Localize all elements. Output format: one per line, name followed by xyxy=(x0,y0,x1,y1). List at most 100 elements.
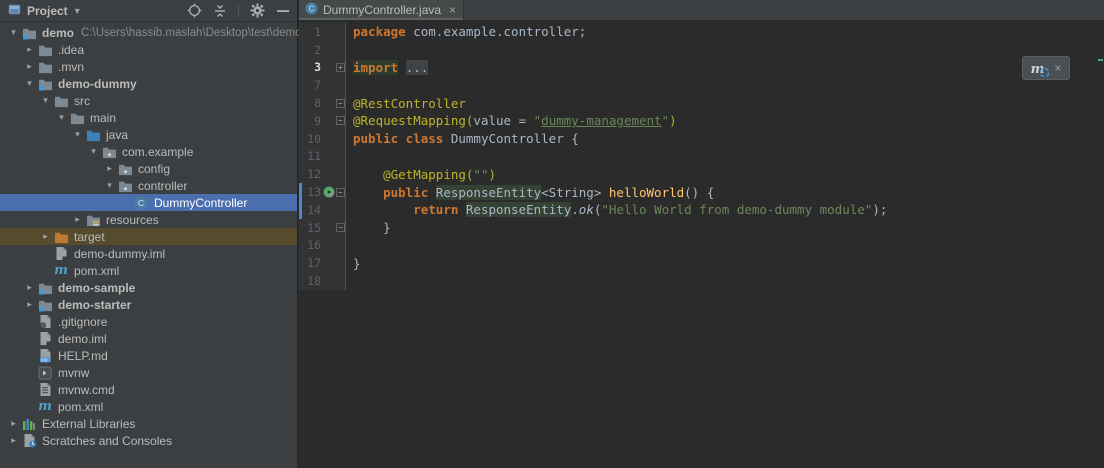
chevron-expanded-icon[interactable]: ▾ xyxy=(102,180,117,191)
code-line-15[interactable]: 15 − } xyxy=(299,218,1104,237)
chevron-collapsed-icon[interactable]: ▸ xyxy=(102,163,117,174)
tree-item--idea[interactable]: ▸ .idea xyxy=(0,41,297,58)
tree-item-demo-starter[interactable]: ▸ demo-starter xyxy=(0,296,297,313)
tree-item-src[interactable]: ▾ src xyxy=(0,92,297,109)
tree-item-demo-sample[interactable]: ▸ demo-sample xyxy=(0,279,297,296)
chevron-collapsed-icon[interactable]: ▸ xyxy=(22,44,37,55)
code-line-16[interactable]: 16 xyxy=(299,236,1104,255)
panel-title[interactable]: Project xyxy=(27,4,68,18)
fold-marker-minus[interactable]: − xyxy=(336,116,345,126)
popup-close-icon[interactable]: × xyxy=(1054,61,1061,75)
gutter[interactable]: 14 xyxy=(299,200,346,219)
chevron-expanded-icon[interactable]: ▾ xyxy=(6,27,21,38)
tree-item-config[interactable]: ▸ config xyxy=(0,160,297,177)
gutter[interactable]: 2 xyxy=(299,40,346,59)
gutter-icon-spacer xyxy=(323,150,336,162)
chevron-collapsed-icon[interactable]: ▸ xyxy=(22,61,37,72)
tree-item-pom-xml[interactable]: m pom.xml xyxy=(0,262,297,279)
tree-item-scratches-and-consoles[interactable]: ▸ Scratches and Consoles xyxy=(0,432,297,449)
tree-item--mvn[interactable]: ▸ .mvn xyxy=(0,58,297,75)
collapse-all-icon[interactable] xyxy=(212,3,228,19)
chevron-collapsed-icon[interactable]: ▸ xyxy=(6,418,21,429)
code-line-17[interactable]: 17} xyxy=(299,254,1104,273)
gutter[interactable]: 10 xyxy=(299,129,346,148)
chevron-collapsed-icon[interactable]: ▸ xyxy=(22,282,37,293)
tree-item-pom-xml[interactable]: m pom.xml xyxy=(0,398,297,415)
gutter[interactable]: 13 − xyxy=(299,183,346,201)
chevron-collapsed-icon[interactable]: ▸ xyxy=(38,231,53,242)
error-stripe-mark[interactable] xyxy=(1098,59,1103,61)
hide-panel-icon[interactable] xyxy=(275,3,291,19)
code-line-2[interactable]: 2 xyxy=(299,40,1104,59)
code-line-8[interactable]: 8− @RestController xyxy=(299,94,1104,112)
tree-item-mvnw[interactable]: mvnw xyxy=(0,364,297,381)
code-area[interactable]: 1 package com.example.controller; 2 3 + impor… xyxy=(299,21,1104,468)
code-text: @GetMapping("") xyxy=(346,167,496,182)
tree-item-target[interactable]: ▸ target xyxy=(0,228,297,245)
tab-close-icon[interactable]: × xyxy=(449,3,456,17)
code-line-3[interactable]: 3 + import ... xyxy=(299,58,1104,77)
code-line-18[interactable]: 18 xyxy=(299,272,1104,290)
chevron-collapsed-icon[interactable]: ▸ xyxy=(22,299,37,310)
tree-item-label: mvnw.cmd xyxy=(58,382,115,397)
code-line-9[interactable]: 9− @RequestMapping(value = "dummy-managem… xyxy=(299,111,1104,130)
fold-marker-end[interactable]: − xyxy=(336,223,345,233)
gutter[interactable]: 17 xyxy=(299,254,346,273)
vcs-change-marker[interactable] xyxy=(299,183,302,201)
tree-item-external-libraries[interactable]: ▸ External Libraries xyxy=(0,415,297,432)
code-line-1[interactable]: 1 package com.example.controller; xyxy=(299,23,1104,41)
chevron-expanded-icon[interactable]: ▾ xyxy=(86,146,101,157)
tree-item-help-md[interactable]: MD HELP.md xyxy=(0,347,297,364)
gutter[interactable]: 16 xyxy=(299,236,346,255)
tree-item-demo-dummy-iml[interactable]: demo-dummy.iml xyxy=(0,245,297,262)
tree-item-mvnw-cmd[interactable]: mvnw.cmd xyxy=(0,381,297,398)
code-line-12[interactable]: 12 @GetMapping("") xyxy=(299,165,1104,184)
tree-item-label: resources xyxy=(106,212,159,227)
fold-marker-minus[interactable]: − xyxy=(336,98,345,108)
tree-item-demo-iml[interactable]: demo.iml xyxy=(0,330,297,347)
ide-window: Project ▼ ▾ demo C:\Users\hassib.maslah\De… xyxy=(0,0,1104,468)
settings-gear-icon[interactable] xyxy=(249,3,265,19)
fold-marker-plus[interactable]: + xyxy=(336,62,345,72)
maven-icon: m xyxy=(54,262,68,278)
tree-item-controller[interactable]: ▾ controller xyxy=(0,177,297,194)
gutter[interactable]: 18 xyxy=(299,272,346,290)
chevron-expanded-icon[interactable]: ▾ xyxy=(70,129,85,140)
tree-item-demo-dummy[interactable]: ▾ demo-dummy xyxy=(0,75,297,92)
gutter[interactable]: 15 − xyxy=(299,218,346,237)
tab-dummycontroller-java[interactable]: C DummyController.java × xyxy=(299,0,465,20)
fold-marker-minus[interactable]: − xyxy=(336,187,345,197)
code-line-7[interactable]: 7 xyxy=(299,76,1104,95)
gutter[interactable]: 1 xyxy=(299,23,346,41)
chevron-expanded-icon[interactable]: ▾ xyxy=(38,95,53,106)
locate-icon[interactable] xyxy=(186,3,202,19)
chevron-expanded-icon[interactable]: ▾ xyxy=(54,112,69,123)
tree-item-resources[interactable]: ▸ resources xyxy=(0,211,297,228)
tree-item-java[interactable]: ▾ java xyxy=(0,126,297,143)
code-line-13[interactable]: 13 − public ResponseEntity<String> helloW… xyxy=(299,183,1104,201)
gutter[interactable]: 7 xyxy=(299,76,346,95)
tree-item--gitignore[interactable]: .gitignore xyxy=(0,313,297,330)
spring-mapping-gutter-icon[interactable] xyxy=(323,186,336,198)
tree-item-demo[interactable]: ▾ demo C:\Users\hassib.maslah\Desktop\test… xyxy=(0,24,301,41)
tree-item-main[interactable]: ▾ main xyxy=(0,109,297,126)
tree-item-com-example[interactable]: ▾ com.example xyxy=(0,143,297,160)
code-line-11[interactable]: 11 xyxy=(299,147,1104,166)
gutter[interactable]: 3 + xyxy=(299,58,346,77)
gutter[interactable]: 12 xyxy=(299,165,346,184)
code-token: helloWorld xyxy=(608,184,685,200)
tree-item-dummycontroller[interactable]: C DummyController xyxy=(0,194,297,211)
code-line-10[interactable]: 10 public class DummyController { xyxy=(299,129,1104,148)
maven-reload-icon[interactable]: m xyxy=(1031,60,1049,77)
chevron-collapsed-icon[interactable]: ▸ xyxy=(6,435,21,446)
gutter[interactable]: 8− xyxy=(299,94,346,112)
vcs-change-marker[interactable] xyxy=(299,200,302,219)
gutter[interactable]: 11 xyxy=(299,147,346,166)
chevron-expanded-icon[interactable]: ▾ xyxy=(22,78,37,89)
tree-item-label: target xyxy=(74,229,105,244)
gutter[interactable]: 9− xyxy=(299,111,346,130)
chevron-down-icon[interactable]: ▼ xyxy=(73,6,82,16)
code-line-14[interactable]: 14 return ResponseEntity.ok("Hello World… xyxy=(299,200,1104,219)
chevron-collapsed-icon[interactable]: ▸ xyxy=(70,214,85,225)
